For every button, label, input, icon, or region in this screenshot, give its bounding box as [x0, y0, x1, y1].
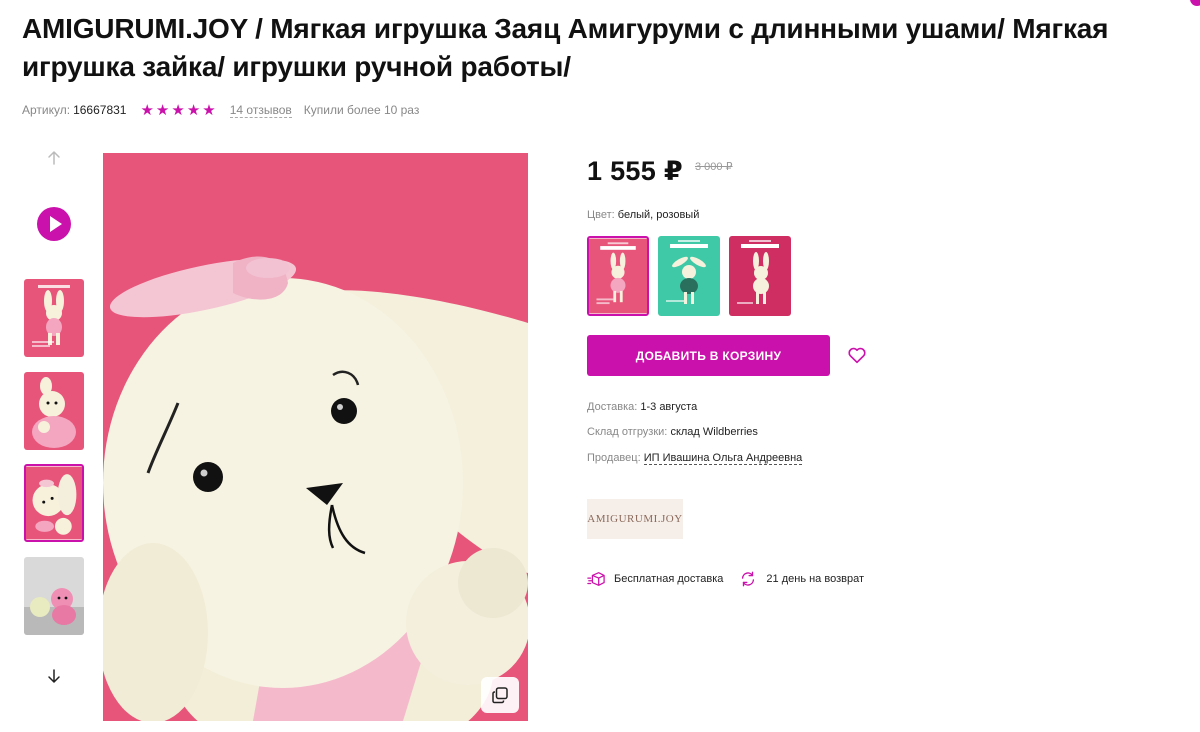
variant-image: [589, 238, 647, 314]
perks-row: Бесплатная доставка 21 день на возврат: [587, 570, 864, 588]
thumbnail-image: [24, 279, 84, 357]
product-title-text: AMIGURUMI.JOY / Мягкая игрушка Заяц Амиг…: [22, 13, 1109, 82]
star-icon: ★: [171, 101, 185, 119]
rating-stars[interactable]: ★ ★ ★ ★ ★: [140, 103, 215, 118]
gallery-thumbnail-active[interactable]: [24, 464, 84, 542]
free-delivery-perk: Бесплатная доставка: [587, 570, 723, 588]
fullscreen-button[interactable]: [481, 677, 519, 713]
copy-icon: [492, 687, 508, 704]
play-icon: [49, 216, 62, 232]
favorite-heart-icon[interactable]: [846, 344, 868, 366]
bought-count: Купили более 10 раз: [303, 103, 420, 117]
warehouse-label: Склад отгрузки:: [587, 426, 668, 438]
seller-link[interactable]: ИП Ивашина Ольга Андреевна: [643, 452, 803, 465]
delivery-date-row: Доставка: 1-3 августа: [587, 401, 697, 413]
main-product-photo[interactable]: [103, 153, 528, 721]
free-delivery-text: Бесплатная доставка: [614, 573, 724, 585]
price-block: 1 555 ₽ 3 000 ₽: [587, 156, 733, 187]
delivery-date-value: 1-3 августа: [640, 401, 698, 413]
delivery-date-label: Доставка:: [587, 401, 638, 413]
color-label: Цвет:: [587, 209, 615, 221]
notification-dot: [1190, 0, 1200, 6]
old-price: 3 000 ₽: [694, 161, 733, 173]
gallery-thumbnail[interactable]: [24, 372, 84, 450]
delivery-box-icon: [587, 572, 605, 586]
variant-image: [658, 236, 720, 316]
video-play-button[interactable]: [37, 207, 71, 241]
gallery-thumbnail[interactable]: [24, 279, 84, 357]
reviews-link[interactable]: 14 отзывов: [229, 103, 292, 118]
product-meta: Артикул: 16667831 ★ ★ ★ ★ ★ 14 отзывов К…: [22, 101, 419, 119]
star-icon: ★: [140, 101, 154, 119]
article-value: 16667831: [73, 103, 127, 117]
seller-label: Продавец:: [587, 452, 641, 464]
thumbnail-image: [26, 466, 82, 540]
product-title: AMIGURUMI.JOY / Мягкая игрушка Заяц Амиг…: [22, 10, 1192, 86]
star-icon: ★: [186, 101, 201, 119]
thumbnail-image: [24, 372, 84, 450]
current-price: 1 555 ₽: [587, 156, 683, 186]
arrow-down-icon[interactable]: [44, 666, 64, 686]
thumbnail-image: [24, 557, 84, 635]
color-variant[interactable]: [729, 236, 791, 316]
color-variant-active[interactable]: [587, 236, 649, 316]
gallery-thumbnail[interactable]: [24, 557, 84, 635]
brand-logo[interactable]: AMIGURUMI.JOY: [587, 499, 683, 539]
brand-logo-text: AMIGURUMI.JOY: [587, 513, 683, 525]
return-text: 21 день на возврат: [766, 573, 864, 585]
star-icon: ★: [155, 101, 170, 119]
add-to-cart-button[interactable]: ДОБАВИТЬ В КОРЗИНУ: [587, 335, 830, 376]
color-selection: Цвет: белый, розовый: [587, 209, 699, 221]
warehouse-row: Склад отгрузки: склад Wildberries: [587, 426, 758, 438]
variant-image: [729, 236, 791, 316]
return-perk: 21 день на возврат: [739, 570, 864, 588]
bunny-photo: [103, 153, 528, 721]
return-arrows-icon: [742, 571, 755, 587]
article-label: Артикул:: [22, 103, 71, 117]
arrow-up-icon[interactable]: [44, 148, 64, 168]
warehouse-value: склад Wildberries: [670, 426, 758, 438]
star-icon: ★: [202, 101, 216, 119]
color-value: белый, розовый: [617, 209, 700, 221]
seller-row: Продавец: ИП Ивашина Ольга Андреевна: [587, 452, 803, 465]
color-variant[interactable]: [658, 236, 720, 316]
